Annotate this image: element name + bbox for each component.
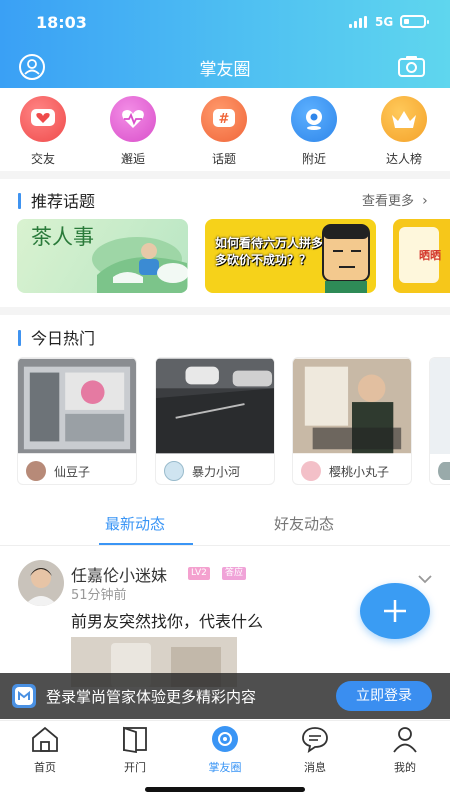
status-time: 18:03 xyxy=(36,13,87,32)
topic-card[interactable]: 晒晒 xyxy=(393,219,450,293)
level-badge: LV2 xyxy=(188,567,210,580)
header: 18:03 5G 掌友圈 xyxy=(0,0,450,88)
hot-card[interactable]: 樱桃小丸子 xyxy=(292,357,412,485)
hot-card-image xyxy=(18,358,136,454)
nav-item-circle[interactable]: 掌友圈 xyxy=(195,725,255,775)
battery-icon xyxy=(400,15,429,28)
heart-icon xyxy=(20,96,66,142)
chevron-right-icon: › xyxy=(422,193,428,209)
quick-link-label: 邂逅 xyxy=(120,152,145,166)
nav-item-door[interactable]: 开门 xyxy=(105,725,165,775)
crown-icon xyxy=(381,96,427,142)
hot-card-meta: 樱桃小丸子 xyxy=(293,458,411,484)
nav-item-profile[interactable]: 我的 xyxy=(375,725,435,775)
quick-link-friends[interactable]: 交友 xyxy=(8,96,78,167)
svg-text:#: # xyxy=(219,112,230,127)
quick-link-nearby[interactable]: 附近 xyxy=(279,96,349,167)
network-label: 5G xyxy=(375,15,394,29)
nav-item-home[interactable]: 首页 xyxy=(15,725,75,775)
section-title-hot: 今日热门 xyxy=(18,325,95,349)
hot-card-meta: 暴力小河 xyxy=(156,458,274,484)
hot-card-image xyxy=(156,358,274,454)
quick-link-label: 达人榜 xyxy=(385,152,422,166)
hot-card-author: 暴力小河 xyxy=(192,464,241,479)
login-banner: 登录掌尚管家体验更多精彩内容 立即登录 xyxy=(0,673,450,719)
hot-card-author: 仙豆子 xyxy=(54,464,91,479)
nav-label: 首页 xyxy=(34,761,56,774)
post-time: 51分钟前 xyxy=(71,588,127,603)
app-screen: 18:03 5G 掌友圈 交友 邂逅 # 话题 附近 达人榜 推荐话题 查看更多… xyxy=(0,0,450,800)
avatar[interactable] xyxy=(18,560,64,606)
nav-label: 消息 xyxy=(304,761,326,774)
topic-card-title: 如何看待六万人拼多多砍价不成功？？ xyxy=(215,236,324,267)
divider xyxy=(0,545,450,546)
section-title-topics: 推荐话题 xyxy=(18,188,95,212)
home-indicator xyxy=(145,787,305,792)
circle-icon xyxy=(212,726,238,752)
post-author[interactable]: 任嘉伦小迷妹 xyxy=(71,562,167,586)
hot-card[interactable] xyxy=(429,357,450,485)
quick-link-ranking[interactable]: 达人榜 xyxy=(369,96,439,167)
avatar xyxy=(301,461,321,481)
tag-badge: 答应 xyxy=(222,567,247,580)
profile-icon xyxy=(393,727,417,753)
home-icon xyxy=(32,726,58,752)
topic-card-title: 茶人事 xyxy=(31,225,94,249)
topic-card-title: 晒晒 xyxy=(419,249,441,262)
app-logo-icon xyxy=(12,684,36,708)
signal-icon xyxy=(349,16,369,28)
topic-card[interactable]: 茶人事 xyxy=(17,219,188,293)
hot-card[interactable]: 暴力小河 xyxy=(155,357,275,485)
tab-friends[interactable]: 好友动态 xyxy=(274,513,334,534)
see-more-label: 查看更多 xyxy=(362,194,415,209)
avatar xyxy=(26,461,46,481)
chevron-down-icon[interactable] xyxy=(418,569,432,584)
status-bar: 18:03 5G xyxy=(0,0,450,44)
hot-card-image xyxy=(293,358,411,454)
add-post-button[interactable] xyxy=(360,583,430,639)
hash-icon: # xyxy=(201,96,247,142)
plus-icon xyxy=(384,600,406,622)
hot-card[interactable]: 仙豆子 xyxy=(17,357,137,485)
topic-card[interactable]: 如何看待六万人拼多多砍价不成功？？ xyxy=(205,219,376,293)
door-icon xyxy=(123,726,147,754)
nav-label: 我的 xyxy=(394,761,416,774)
hot-card-meta: 仙豆子 xyxy=(18,458,136,484)
quick-links: 交友 邂逅 # 话题 附近 达人榜 xyxy=(0,96,450,166)
nav-item-messages[interactable]: 消息 xyxy=(285,725,345,775)
quick-link-label: 交友 xyxy=(30,152,55,166)
hot-card-author: 樱桃小丸子 xyxy=(329,464,390,479)
login-button[interactable]: 立即登录 xyxy=(336,681,432,711)
page-title: 掌友圈 xyxy=(199,60,251,80)
quick-link-label: 附近 xyxy=(301,152,326,166)
message-icon xyxy=(302,727,328,753)
quick-link-label: 话题 xyxy=(211,152,236,166)
section-divider xyxy=(0,307,450,315)
nav-label: 开门 xyxy=(124,761,146,774)
location-icon xyxy=(291,96,337,142)
quick-link-topics[interactable]: # 话题 xyxy=(189,96,259,167)
camera-icon[interactable] xyxy=(398,55,425,77)
heartbeat-icon xyxy=(110,96,156,142)
post-content[interactable]: 前男友突然找你，代表什么 xyxy=(71,608,263,632)
tab-latest[interactable]: 最新动态 xyxy=(105,513,165,534)
feed-tabs: 最新动态 好友动态 xyxy=(0,505,450,545)
quick-link-encounter[interactable]: 邂逅 xyxy=(98,96,168,167)
avatar xyxy=(164,461,184,481)
see-more-link[interactable]: 查看更多 › xyxy=(362,190,428,209)
login-banner-text: 登录掌尚管家体验更多精彩内容 xyxy=(46,688,257,706)
section-divider xyxy=(0,171,450,179)
nav-label: 掌友圈 xyxy=(208,761,242,774)
